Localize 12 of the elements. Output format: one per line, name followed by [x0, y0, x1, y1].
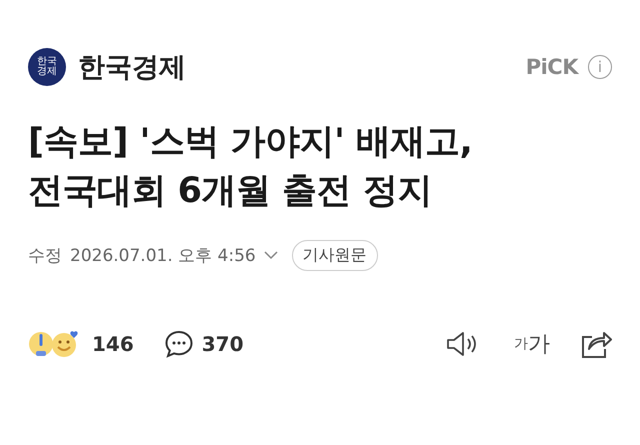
pick-label: PiCK: [526, 55, 578, 79]
modified-label: 수정: [28, 245, 62, 267]
share-icon[interactable]: [580, 329, 612, 359]
press-name[interactable]: 한국경제: [78, 49, 186, 85]
article-datetime: 2026.07.01. 오후 4:56: [70, 245, 256, 267]
chevron-down-icon[interactable]: [264, 251, 278, 260]
logo-text: 한국 경제: [36, 56, 58, 78]
reaction-count: 146: [92, 332, 134, 356]
original-article-button[interactable]: 기사원문: [292, 240, 378, 271]
comment-count: 370: [202, 332, 244, 356]
comment-icon[interactable]: [164, 330, 194, 358]
headline: [속보] '스벅 가야지' 배재고, 전국대회 6개월 출전 정지: [28, 121, 474, 213]
